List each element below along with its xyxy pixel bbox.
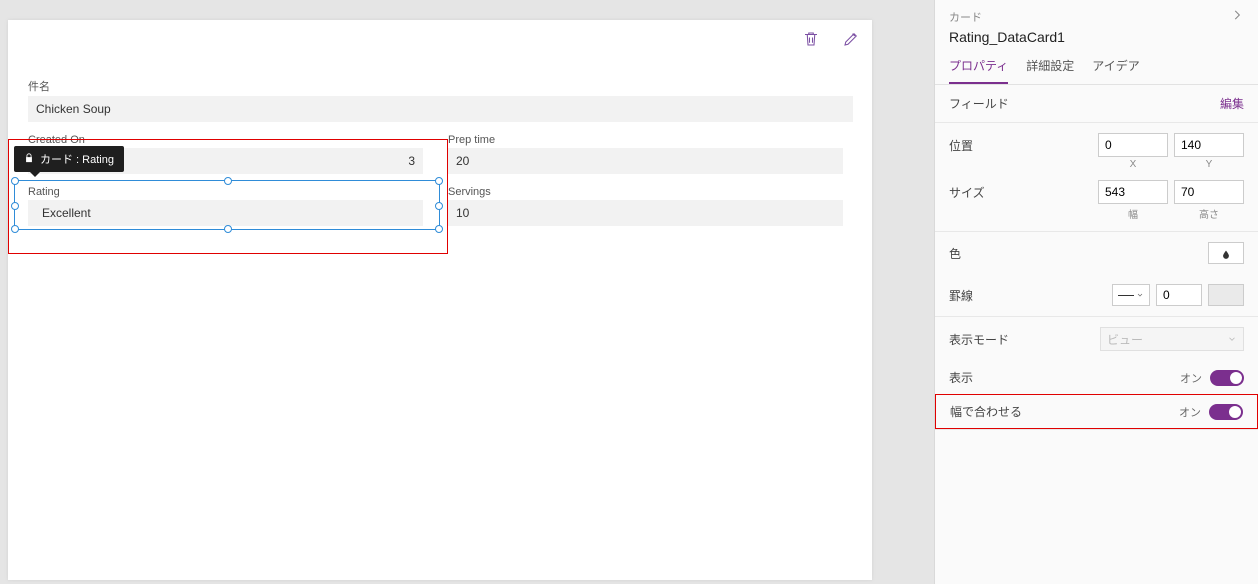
- panel-tabs: プロパティ 詳細設定 アイデア: [935, 47, 1258, 85]
- prop-color-label: 色: [949, 245, 961, 262]
- position-x-input[interactable]: [1098, 133, 1168, 157]
- size-h-sublabel: 高さ: [1174, 206, 1244, 221]
- panel-expand-icon[interactable]: [1230, 8, 1244, 25]
- delete-icon[interactable]: [800, 28, 822, 50]
- field-servings: Servings 10: [448, 180, 868, 232]
- selection-handle[interactable]: [435, 202, 443, 210]
- field-value-servings: 10: [448, 200, 843, 226]
- position-y-sublabel: Y: [1174, 159, 1244, 170]
- prop-widthfit-label: 幅で合わせる: [950, 403, 1022, 420]
- visible-toggle[interactable]: [1210, 370, 1244, 386]
- widthfit-state-text: オン: [1179, 404, 1201, 420]
- edit-icon[interactable]: [840, 28, 862, 50]
- prop-visible-row: 表示 オン: [935, 361, 1258, 394]
- tab-ideas[interactable]: アイデア: [1092, 57, 1139, 84]
- lock-icon: [24, 153, 34, 166]
- tab-properties[interactable]: プロパティ: [949, 57, 1008, 84]
- position-y-input[interactable]: [1174, 133, 1244, 157]
- displaymode-value: ビュー: [1107, 331, 1143, 348]
- prop-size-row: サイズ 幅 高さ: [935, 180, 1258, 231]
- field-label-subject: 件名: [28, 78, 852, 94]
- size-h-input[interactable]: [1174, 180, 1244, 204]
- selection-handle[interactable]: [11, 225, 19, 233]
- displaymode-select[interactable]: ビュー: [1100, 327, 1244, 351]
- selection-handle[interactable]: [435, 177, 443, 185]
- selection-outline: [14, 180, 440, 230]
- prop-position-row: 位置 X Y: [935, 123, 1258, 180]
- field-edit-link[interactable]: 編集: [1220, 95, 1244, 112]
- prop-border-row: 罫線: [935, 274, 1258, 316]
- prop-size-label: サイズ: [949, 180, 985, 201]
- field-label-createdon: Created On: [28, 134, 428, 146]
- selection-handle[interactable]: [435, 225, 443, 233]
- selection-handle[interactable]: [11, 202, 19, 210]
- selection-handle[interactable]: [11, 177, 19, 185]
- card-tooltip: カード : Rating: [14, 146, 124, 172]
- prop-color-row: 色: [935, 232, 1258, 274]
- selection-handle[interactable]: [224, 225, 232, 233]
- border-width-input[interactable]: [1156, 284, 1202, 306]
- properties-panel: カード Rating_DataCard1 プロパティ 詳細設定 アイデア フィー…: [934, 0, 1258, 584]
- prop-widthfit-row: 幅で合わせる オン: [935, 394, 1258, 429]
- widthfit-toggle[interactable]: [1209, 404, 1243, 420]
- canvas-area: 件名 Chicken Soup Created On 3 Prep time 2…: [0, 0, 934, 584]
- field-label-servings: Servings: [448, 186, 848, 198]
- size-w-sublabel: 幅: [1098, 206, 1168, 221]
- panel-type-row: カード: [949, 8, 1244, 25]
- tab-advanced[interactable]: 詳細設定: [1026, 57, 1074, 84]
- position-x-sublabel: X: [1098, 159, 1168, 170]
- field-value-subject: Chicken Soup: [28, 96, 853, 122]
- field-preptime: Prep time 20: [448, 128, 868, 180]
- tooltip-text: カード : Rating: [40, 151, 114, 167]
- prop-border-label: 罫線: [949, 287, 973, 304]
- prop-position-label: 位置: [949, 133, 973, 154]
- panel-header: カード Rating_DataCard1: [935, 0, 1258, 47]
- form-toolbar: [800, 28, 862, 50]
- prop-displaymode-row: 表示モード ビュー: [935, 317, 1258, 361]
- color-picker-button[interactable]: [1208, 242, 1244, 264]
- prop-field-label: フィールド: [949, 95, 1009, 112]
- field-subject: 件名 Chicken Soup: [8, 66, 872, 128]
- size-w-input[interactable]: [1098, 180, 1168, 204]
- border-color-button[interactable]: [1208, 284, 1244, 306]
- field-label-preptime: Prep time: [448, 134, 848, 146]
- field-value-preptime: 20: [448, 148, 843, 174]
- prop-displaymode-label: 表示モード: [949, 331, 1009, 348]
- panel-type-label: カード: [949, 9, 982, 25]
- form-canvas[interactable]: 件名 Chicken Soup Created On 3 Prep time 2…: [8, 20, 872, 580]
- selection-handle[interactable]: [224, 177, 232, 185]
- visible-state-text: オン: [1180, 370, 1202, 386]
- panel-element-name: Rating_DataCard1: [949, 29, 1244, 45]
- prop-field-row: フィールド 編集: [935, 85, 1258, 122]
- border-style-select[interactable]: [1112, 284, 1150, 306]
- prop-visible-label: 表示: [949, 369, 973, 386]
